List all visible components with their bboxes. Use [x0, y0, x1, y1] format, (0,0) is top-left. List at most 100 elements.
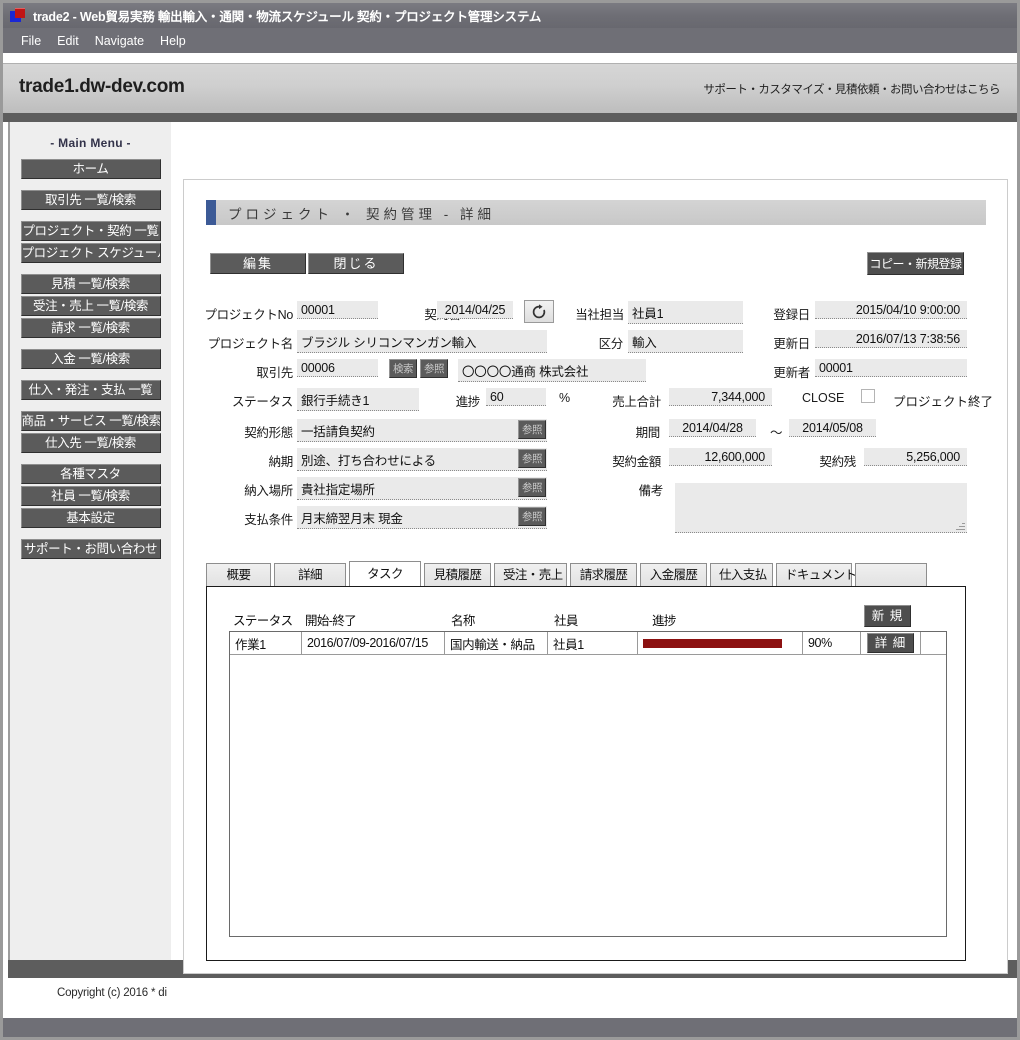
- support-links[interactable]: サポート・カスタマイズ・見積依頼・お問い合わせはこちら: [703, 81, 1000, 97]
- label-delivery-date: 納期: [268, 455, 294, 469]
- sidebar-item-product-service-list[interactable]: 商品・サービス 一覧/検索: [20, 411, 161, 431]
- label-payment-terms: 支払条件: [244, 513, 293, 527]
- progress-field[interactable]: 60: [486, 388, 546, 406]
- period-to-field[interactable]: 2014/05/08: [789, 419, 876, 437]
- edit-button[interactable]: 編集: [210, 253, 306, 274]
- contract-type-field[interactable]: 一括請負契約: [297, 419, 547, 442]
- bottom-chrome-band: [3, 1018, 1017, 1037]
- contract-amount-field[interactable]: 12,600,000: [669, 448, 772, 466]
- tab-quote-history[interactable]: 見積履歴: [424, 563, 491, 587]
- tab-details[interactable]: 詳細: [274, 563, 346, 587]
- label-update-date: 更新日: [773, 337, 810, 351]
- sidebar-item-masters[interactable]: 各種マスタ: [20, 464, 161, 484]
- sidebar-item-supplier-list[interactable]: 仕入先 一覧/検索: [20, 433, 161, 453]
- customer-search-button[interactable]: 検索: [389, 359, 417, 378]
- label-updater: 更新者: [773, 366, 810, 380]
- remarks-textarea[interactable]: [675, 483, 967, 533]
- label-sales-total: 売上合計: [612, 395, 661, 409]
- tab-blank: [855, 563, 927, 587]
- label-customer: 取引先: [256, 366, 293, 380]
- label-registration-date: 登録日: [773, 308, 810, 322]
- sidebar-item-employee-list[interactable]: 社員 一覧/検索: [20, 486, 161, 506]
- tab-panel-tasks: ステータス 開始-終了 名称 社員 進捗 新 規 作業1 2016/07/09-…: [206, 586, 966, 961]
- category-field[interactable]: 輸入: [628, 330, 743, 353]
- status-field[interactable]: 銀行手続き1: [297, 388, 419, 411]
- tabstrip: 概要 詳細 タスク 見積履歴 受注・売上 請求履歴 入金履歴 仕入支払 ドキュメ…: [206, 561, 966, 587]
- sidebar-item-project-schedule[interactable]: プロジェクト スケジュール: [20, 243, 161, 263]
- payment-terms-field[interactable]: 月末締翌月末 現金: [297, 506, 547, 529]
- period-from-field[interactable]: 2014/04/28: [669, 419, 756, 437]
- sidebar-item-project-contract-list[interactable]: プロジェクト・契約 一覧: [20, 221, 161, 241]
- copy-new-register-button[interactable]: コピー・新規登録: [867, 252, 964, 275]
- period-separator: 〜: [770, 426, 783, 440]
- sidebar-item-home[interactable]: ホーム: [20, 159, 161, 179]
- sidebar: - Main Menu - ホーム 取引先 一覧/検索 プロジェクト・契約 一覧…: [8, 122, 171, 960]
- sidebar-item-purchase-order-payment-list[interactable]: 仕入・発注・支払 一覧: [20, 380, 161, 400]
- task-detail-button[interactable]: 詳 細: [867, 633, 914, 653]
- task-table: 作業1 2016/07/09-2016/07/15 国内輸送・納品 社員1 90…: [229, 631, 947, 937]
- col-header-employee: 社員: [554, 614, 578, 628]
- sidebar-heading: - Main Menu -: [50, 136, 131, 150]
- delivery-date-field[interactable]: 別途、打ち合わせによる: [297, 448, 547, 471]
- sidebar-item-quote-list[interactable]: 見積 一覧/検索: [20, 274, 161, 294]
- refresh-icon[interactable]: [524, 300, 554, 323]
- col-header-status: ステータス: [233, 614, 293, 628]
- sidebar-group-products: 商品・サービス 一覧/検索 仕入先 一覧/検索: [10, 411, 171, 453]
- sidebar-group-sales: 見積 一覧/検索 受注・売上 一覧/検索 請求 一覧/検索: [10, 274, 171, 338]
- payment-terms-reference-button[interactable]: 参照: [518, 507, 546, 526]
- sidebar-group-home: ホーム: [10, 159, 171, 179]
- task-area: ステータス 開始-終了 名称 社員 進捗 新 規 作業1 2016/07/09-…: [229, 605, 947, 937]
- percent-sign: %: [559, 391, 571, 405]
- customer-reference-button[interactable]: 参照: [420, 359, 448, 378]
- tab-order-sales[interactable]: 受注・売上: [494, 563, 567, 587]
- sidebar-item-basic-settings[interactable]: 基本設定: [20, 508, 161, 528]
- progress-fill: [643, 638, 782, 648]
- contract-date-field[interactable]: 2014/04/25: [437, 301, 513, 319]
- delivery-place-reference-button[interactable]: 参照: [518, 478, 546, 497]
- sidebar-item-support-contact[interactable]: サポート・お問い合わせ: [20, 539, 161, 559]
- menu-help[interactable]: Help: [152, 32, 194, 50]
- tab-purchase-payment[interactable]: 仕入支払: [710, 563, 773, 587]
- tab-invoice-history[interactable]: 請求履歴: [570, 563, 637, 587]
- window-titlebar: trade2 - Web貿易実務 輸出輸入・通関・物流スケジュール 契約・プロジ…: [3, 3, 1017, 28]
- label-contract-amount: 契約金額: [612, 455, 661, 469]
- contract-type-reference-button[interactable]: 参照: [518, 420, 546, 439]
- menu-edit[interactable]: Edit: [49, 32, 87, 50]
- tab-documents[interactable]: ドキュメント: [776, 563, 857, 587]
- cell-detail-action: 詳 細: [861, 632, 921, 654]
- table-row[interactable]: 作業1 2016/07/09-2016/07/15 国内輸送・納品 社員1 90…: [230, 632, 946, 655]
- cell-dates: 2016/07/09-2016/07/15: [302, 632, 445, 654]
- sidebar-group-projects: プロジェクト・契約 一覧 プロジェクト スケジュール: [10, 221, 171, 263]
- customer-code-field[interactable]: 00006: [297, 359, 378, 377]
- owner-field[interactable]: 社員1: [628, 301, 743, 324]
- col-header-dates: 開始-終了: [305, 614, 357, 628]
- label-period: 期間: [635, 426, 661, 440]
- label-project-name: プロジェクト名: [207, 337, 294, 351]
- project-no-field[interactable]: 00001: [297, 301, 378, 319]
- sidebar-item-receipt-list[interactable]: 入金 一覧/検索: [20, 349, 161, 369]
- header-divider-band: [3, 113, 1017, 122]
- label-progress: 進捗: [455, 395, 481, 409]
- sidebar-item-order-sales-list[interactable]: 受注・売上 一覧/検索: [20, 296, 161, 316]
- new-task-button[interactable]: 新 規: [864, 605, 911, 627]
- tab-receipt-history[interactable]: 入金履歴: [640, 563, 707, 587]
- sidebar-item-invoice-list[interactable]: 請求 一覧/検索: [20, 318, 161, 338]
- tab-overview[interactable]: 概要: [206, 563, 271, 587]
- label-status: ステータス: [231, 395, 293, 409]
- sidebar-item-customer-list[interactable]: 取引先 一覧/検索: [20, 190, 161, 210]
- app-squares-icon: [10, 8, 26, 23]
- close-checkbox[interactable]: [861, 389, 875, 403]
- close-button[interactable]: 閉じる: [308, 253, 404, 274]
- delivery-place-field[interactable]: 貴社指定場所: [297, 477, 547, 500]
- update-date-field: 2016/07/13 7:38:56: [815, 330, 967, 348]
- tab-tasks[interactable]: タスク: [349, 561, 421, 587]
- title-accent-bar: [206, 200, 216, 225]
- menu-navigate[interactable]: Navigate: [87, 32, 152, 50]
- delivery-date-reference-button[interactable]: 参照: [518, 449, 546, 468]
- page-title: プロジェクト ・ 契約管理 - 詳細: [206, 200, 986, 225]
- task-table-header: ステータス 開始-終了 名称 社員 進捗 新 規: [229, 605, 947, 631]
- project-name-field[interactable]: ブラジル シリコンマンガン輸入: [297, 330, 547, 353]
- site-title: trade1.dw-dev.com: [19, 76, 185, 97]
- menu-file[interactable]: File: [13, 32, 49, 50]
- page-body: - Main Menu - ホーム 取引先 一覧/検索 プロジェクト・契約 一覧…: [3, 122, 1017, 999]
